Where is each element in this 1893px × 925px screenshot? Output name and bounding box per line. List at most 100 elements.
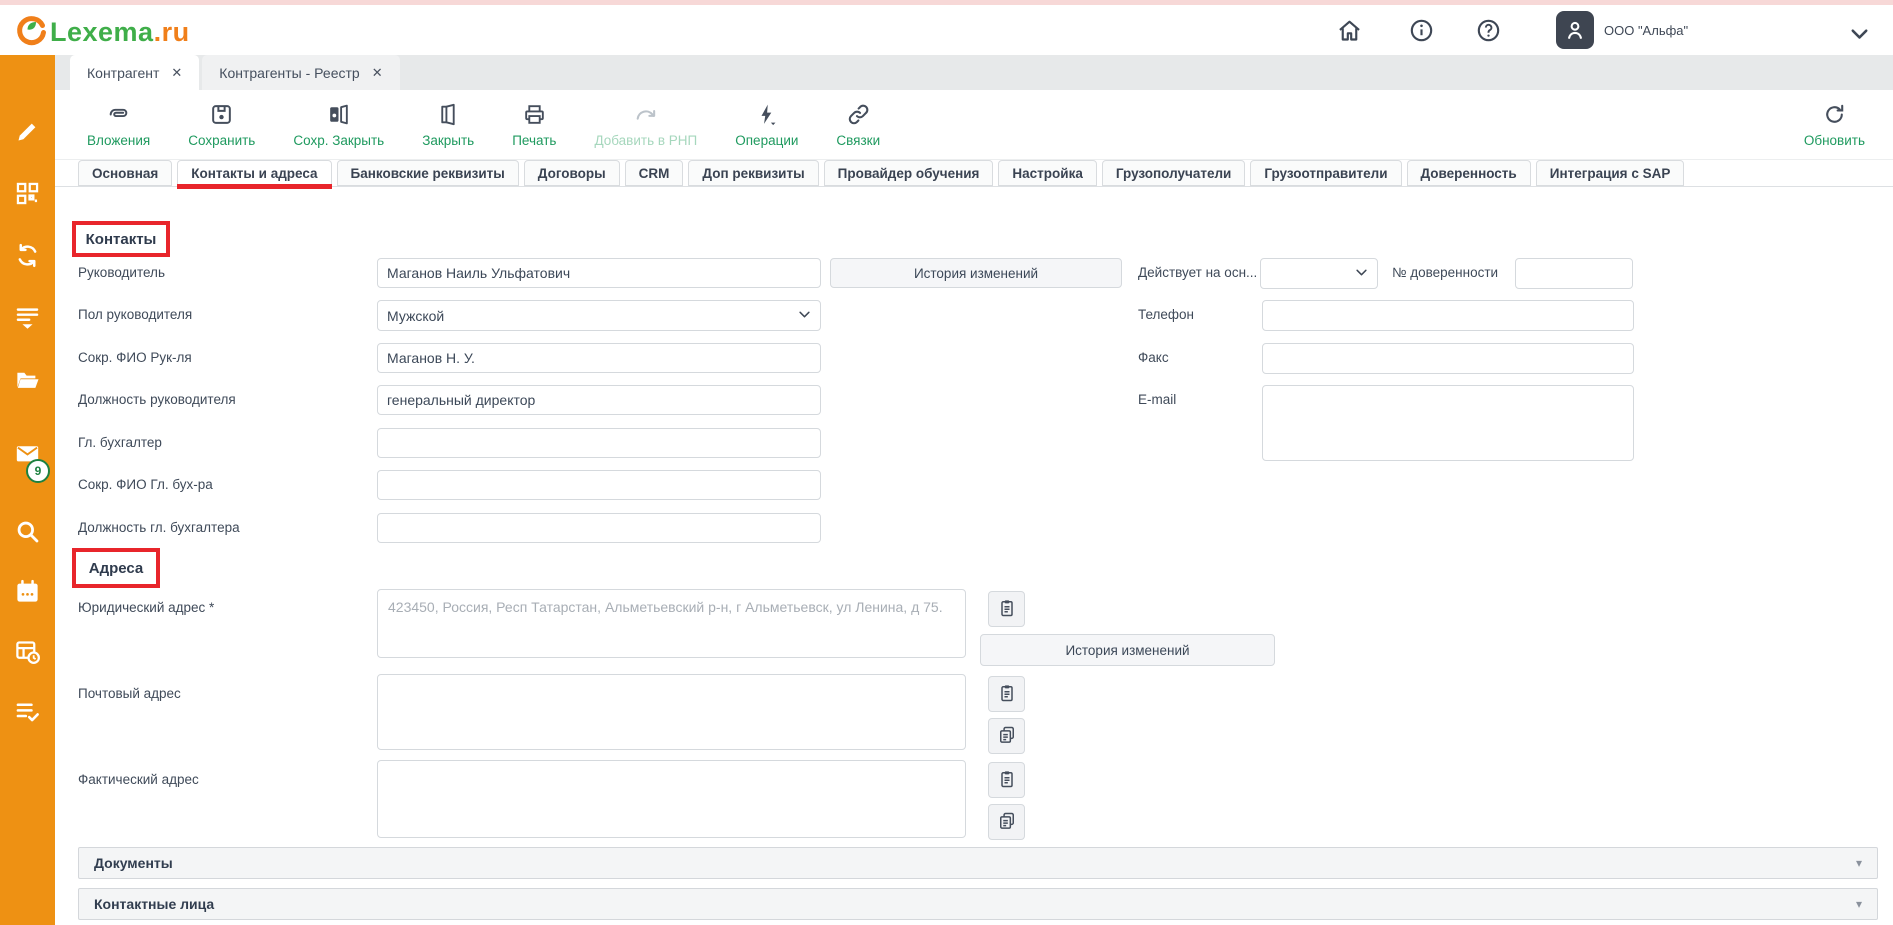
search-icon[interactable] (14, 518, 41, 545)
copy-postal-address-button[interactable] (988, 718, 1025, 754)
leader-position-input[interactable] (377, 385, 821, 415)
checklist-icon[interactable] (14, 698, 41, 725)
paperclip-icon (106, 102, 131, 130)
contact-persons-accordion[interactable]: Контактные лица ▾ (78, 888, 1878, 920)
add-to-rnp-button: Добавить в РНП (594, 102, 697, 148)
basis-label: Действует на осн... (1138, 258, 1257, 288)
org-name[interactable]: ООО "Альфа" (1604, 5, 1688, 55)
tab-provayder-obucheniya[interactable]: Провайдер обучения (824, 160, 994, 186)
lightning-icon (754, 102, 779, 130)
leader-name-input[interactable] (377, 258, 821, 288)
copy-icon (997, 725, 1017, 748)
contacts-history-button[interactable]: История изменений (830, 258, 1122, 288)
copy-actual-address-button[interactable] (988, 804, 1025, 840)
help-icon[interactable] (1475, 17, 1502, 44)
qr-code-icon[interactable] (14, 180, 41, 207)
basis-select[interactable] (1260, 258, 1378, 289)
page-tabs: Основная Контакты и адреса Банковские ре… (55, 160, 1893, 187)
refresh-button[interactable]: Обновить (1804, 102, 1865, 148)
document-tabs: Контрагент ✕ Контрагенты - Реестр ✕ (55, 55, 1893, 90)
tab-gruzopoluchateli[interactable]: Грузополучатели (1102, 160, 1245, 186)
actual-address-textarea[interactable] (377, 760, 966, 838)
sync-icon[interactable] (14, 242, 41, 269)
save-button[interactable]: Сохранить (188, 102, 255, 148)
paste-postal-address-button[interactable] (988, 676, 1025, 712)
print-button[interactable]: Печать (512, 102, 556, 148)
addresses-section-title: Адреса (72, 548, 160, 588)
links-button[interactable]: Связки (836, 102, 880, 148)
tab-bankovskie-rekvizity[interactable]: Банковские реквизиты (337, 160, 519, 186)
ca-short-name-label: Сокр. ФИО Гл. бух-ра (78, 470, 213, 500)
operations-button[interactable]: Операции (735, 102, 798, 148)
chevron-down-icon[interactable] (1846, 20, 1873, 47)
documents-accordion[interactable]: Документы ▾ (78, 847, 1878, 879)
calendar-icon[interactable] (14, 578, 41, 605)
topbar: Lexema.ru ООО "Альфа" (0, 5, 1893, 55)
list-download-icon[interactable] (14, 304, 41, 331)
folder-open-icon[interactable] (14, 366, 41, 393)
legal-address-textarea[interactable] (377, 589, 966, 658)
email-textarea[interactable] (1262, 385, 1634, 461)
chief-accountant-input[interactable] (377, 428, 821, 458)
caret-down-icon: ▾ (1856, 856, 1862, 870)
mail-badge: 9 (26, 459, 50, 483)
caret-down-icon: ▾ (1856, 897, 1862, 911)
doc-tab-label: Контрагент (87, 65, 159, 81)
logo-text-orange: .ru (154, 17, 190, 47)
tab-kontakty-i-adresa[interactable]: Контакты и адреса (177, 160, 331, 186)
app-root: Lexema.ru ООО "Альфа" (0, 0, 1893, 925)
save-close-icon (326, 102, 351, 130)
paste-legal-address-button[interactable] (988, 591, 1025, 627)
home-icon[interactable] (1336, 17, 1363, 44)
user-avatar[interactable] (1556, 11, 1594, 49)
tab-doverennost[interactable]: Доверенность (1407, 160, 1531, 186)
save-close-button[interactable]: Сохр. Закрыть (293, 102, 384, 148)
leader-gender-label: Пол руководителя (78, 300, 192, 330)
toolbar: Вложения Сохранить Сохр. Закрыть (55, 90, 1893, 160)
tab-nastroyka[interactable]: Настройка (998, 160, 1096, 186)
doc-tab-kontragent[interactable]: Контрагент ✕ (70, 55, 199, 90)
copy-icon (997, 811, 1017, 834)
refresh-icon (1822, 102, 1847, 130)
redo-arrow-icon (633, 102, 658, 130)
poa-number-input[interactable] (1515, 258, 1633, 289)
tab-osnovnaya[interactable]: Основная (78, 160, 172, 186)
doc-tab-kontragenty-reestr[interactable]: Контрагенты - Реестр ✕ (202, 55, 399, 90)
ca-position-label: Должность гл. бухгалтера (78, 513, 240, 543)
email-label: E-mail (1138, 385, 1176, 415)
save-icon (209, 102, 234, 130)
ca-short-name-input[interactable] (377, 470, 821, 500)
logo-text-green: Lexema (50, 17, 154, 47)
report-clock-icon[interactable] (14, 638, 41, 665)
pencil-icon[interactable] (14, 118, 41, 145)
postal-address-textarea[interactable] (377, 674, 966, 750)
leader-gender-select[interactable]: Мужской (377, 300, 821, 331)
phone-input[interactable] (1262, 300, 1634, 331)
fax-input[interactable] (1262, 343, 1634, 374)
tab-integratsiya-s-sap[interactable]: Интеграция с SAP (1536, 160, 1685, 186)
addresses-history-button[interactable]: История изменений (980, 634, 1275, 666)
attachments-button[interactable]: Вложения (87, 102, 150, 148)
leader-position-label: Должность руководителя (78, 385, 236, 415)
close-icon[interactable]: ✕ (171, 65, 182, 81)
ca-position-input[interactable] (377, 513, 821, 543)
link-icon (846, 102, 871, 130)
chevron-down-icon (797, 307, 812, 325)
lexema-logo[interactable]: Lexema.ru (14, 13, 190, 52)
leader-short-name-input[interactable] (377, 343, 821, 373)
clipboard-icon (997, 598, 1017, 621)
clipboard-icon (997, 769, 1017, 792)
info-icon[interactable] (1408, 17, 1435, 44)
paste-actual-address-button[interactable] (988, 762, 1025, 798)
sidebar: 9 (0, 55, 55, 925)
doc-tab-label: Контрагенты - Реестр (219, 65, 359, 81)
printer-icon (522, 102, 547, 130)
tab-gruzootpraviteli[interactable]: Грузоотправители (1250, 160, 1401, 186)
close-icon[interactable]: ✕ (372, 65, 383, 81)
close-form-button[interactable]: Закрыть (422, 102, 474, 148)
contacts-section-title: Контакты (72, 221, 170, 257)
tab-crm[interactable]: CRM (625, 160, 684, 186)
tab-dogovory[interactable]: Договоры (524, 160, 620, 186)
leader-short-name-label: Сокр. ФИО Рук-ля (78, 343, 192, 373)
tab-dop-rekvizity[interactable]: Доп реквизиты (688, 160, 818, 186)
